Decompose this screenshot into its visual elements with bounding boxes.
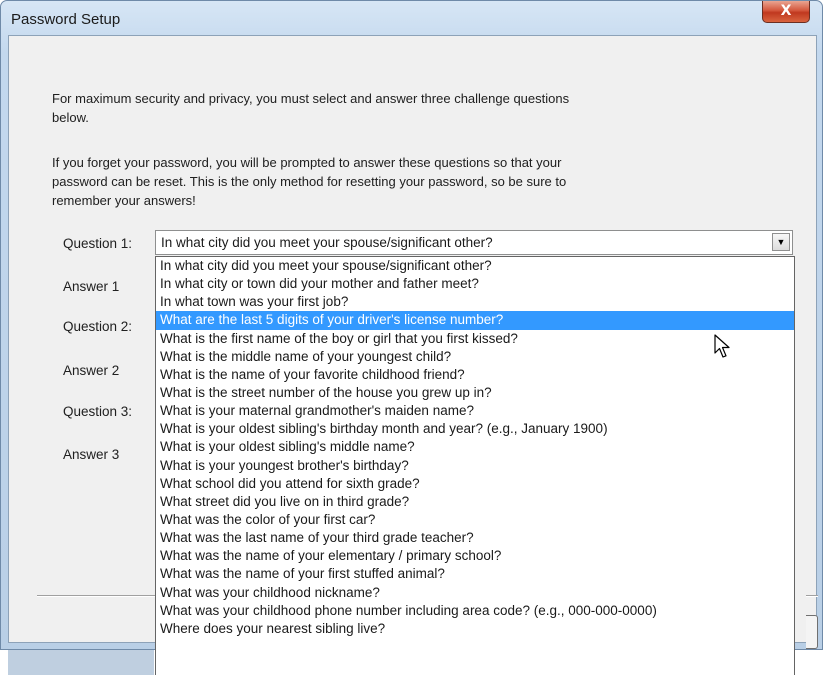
window-title: Password Setup [11,11,121,28]
dropdown-option[interactable]: What was your childhood nickname? [156,584,794,602]
dropdown-option[interactable]: What was the last name of your third gra… [156,529,794,547]
intro-paragraph-1: For maximum security and privacy, you mu… [52,91,570,125]
answer-3-label: Answer 3 [63,447,120,462]
dropdown-option[interactable]: What was your childhood phone number inc… [156,602,794,620]
question-1-select-value: In what city did you meet your spouse/si… [161,235,493,250]
dropdown-option[interactable]: What is the street number of the house y… [156,384,794,402]
question-3-label: Question 3: [63,404,133,419]
separator-line-right [806,595,818,597]
dropdown-option[interactable]: What is the first name of the boy or gir… [156,330,794,348]
question-1-label: Question 1: [63,236,133,251]
question-2-label: Question 2: [63,319,133,334]
dropdown-option[interactable]: In what town was your first job? [156,293,794,311]
title-bar[interactable]: Password Setup X [1,1,822,35]
question-dropdown-list[interactable]: In what city did you meet your spouse/si… [155,256,795,675]
answer-2-label: Answer 2 [63,363,120,378]
dropdown-option[interactable]: What is the name of your favorite childh… [156,366,794,384]
dropdown-option[interactable]: What is your oldest sibling's middle nam… [156,438,794,456]
dropdown-option[interactable]: What school did you attend for sixth gra… [156,475,794,493]
question-1-select[interactable]: In what city did you meet your spouse/si… [155,230,793,255]
background-window-edge [8,650,154,675]
chevron-down-icon[interactable]: ▼ [772,233,790,251]
mouse-pointer-icon [714,334,730,358]
dropdown-option[interactable]: What was the name of your first stuffed … [156,565,794,583]
dropdown-option[interactable]: In what city did you meet your spouse/si… [156,257,794,275]
separator-line [37,595,164,597]
dropdown-option[interactable]: What was the color of your first car? [156,511,794,529]
dropdown-option[interactable]: Where does your nearest sibling live? [156,620,794,638]
dropdown-option[interactable]: In what city or town did your mother and… [156,275,794,293]
answer-1-label: Answer 1 [63,279,120,294]
intro-paragraph-2: If you forget your password, you will be… [52,155,567,208]
close-button[interactable]: X [762,1,810,23]
dropdown-option[interactable]: What is your maternal grandmother's maid… [156,402,794,420]
dropdown-option[interactable]: What was the name of your elementary / p… [156,547,794,565]
dropdown-option[interactable]: What is your youngest brother's birthday… [156,457,794,475]
dropdown-option[interactable]: What are the last 5 digits of your drive… [156,311,794,330]
dropdown-option[interactable]: What is the middle name of your youngest… [156,348,794,366]
dialog-button-partial[interactable] [806,615,818,649]
close-icon: X [780,3,792,19]
dropdown-option[interactable]: What is your oldest sibling's birthday m… [156,420,794,438]
dropdown-option[interactable]: What street did you live on in third gra… [156,493,794,511]
